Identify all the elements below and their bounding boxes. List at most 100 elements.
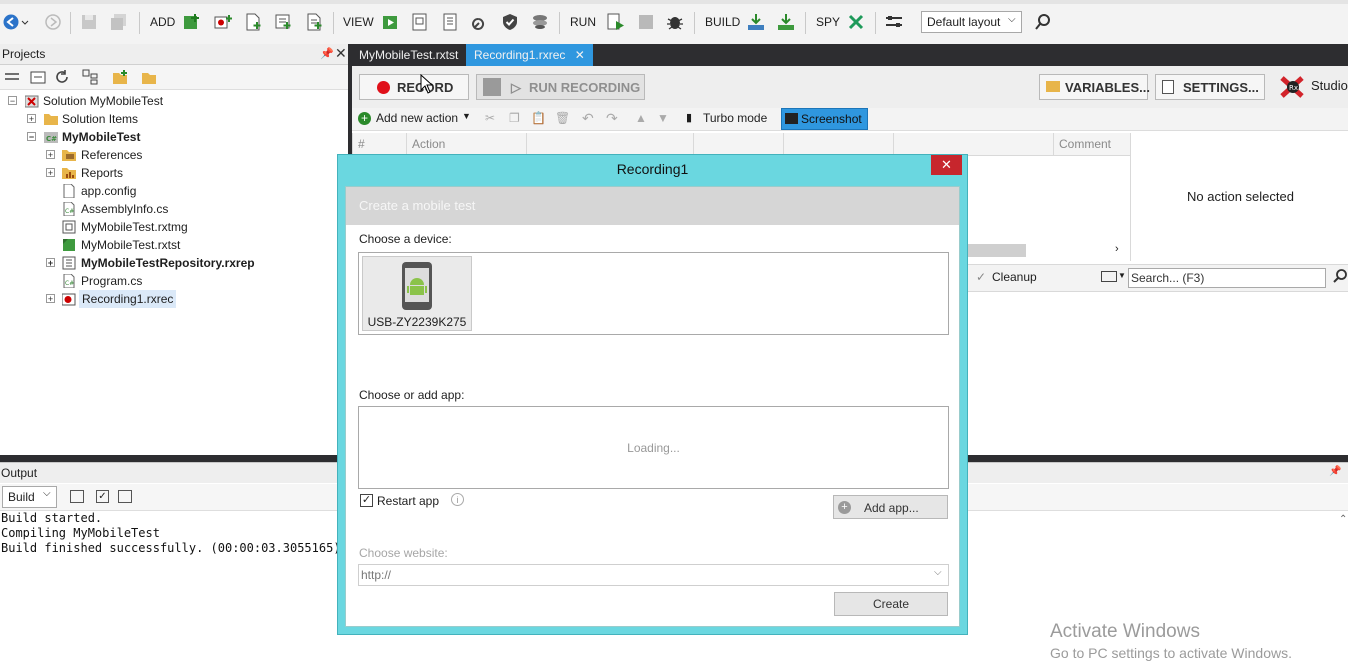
layout-dropdown[interactable]: Default layout ⌵ (921, 11, 1022, 33)
chevron-down-icon[interactable]: ▼ (1118, 271, 1126, 280)
undo-icon[interactable]: ↶ (582, 110, 594, 127)
properties-icon[interactable] (4, 69, 20, 88)
tree-item-rxtst[interactable]: MyMobileTest.rxtst (0, 236, 340, 254)
tree-item-project[interactable]: − C# MyMobileTest (0, 128, 340, 146)
show-all-files-icon[interactable] (82, 69, 98, 88)
view-report-icon[interactable] (411, 13, 429, 31)
add-new-action-button[interactable]: Add new action (376, 111, 458, 125)
close-tab-icon[interactable]: ✕ (575, 48, 585, 62)
forward-icon[interactable] (44, 13, 62, 31)
view-settings-icon[interactable] (531, 13, 549, 31)
col-header-comment[interactable]: Comment (1053, 133, 1130, 155)
stop-icon[interactable] (637, 13, 655, 31)
cleanup-icon: ✓ (976, 270, 987, 284)
view-spy-icon[interactable] (471, 13, 489, 31)
turbo-mode-toggle[interactable]: Turbo mode (703, 111, 767, 125)
pin-icon[interactable]: 📌 (320, 47, 334, 60)
collapse-all-icon[interactable] (30, 69, 46, 88)
pin-icon[interactable]: 📌 (1329, 466, 1341, 477)
toggle-icon[interactable] (118, 490, 132, 503)
tree-item-rxtmg[interactable]: MyMobileTest.rxtmg (0, 218, 340, 236)
dialog-banner: Create a mobile test (346, 187, 959, 225)
build-menu[interactable]: BUILD (705, 15, 740, 29)
col-header-4[interactable] (893, 133, 1053, 155)
save-icon[interactable] (80, 13, 98, 31)
add-app-button[interactable]: + Add app... (833, 495, 948, 519)
tree-item-references[interactable]: + References (0, 146, 340, 164)
close-icon[interactable]: ✕ (335, 45, 347, 62)
col-header-3[interactable] (783, 133, 893, 155)
add-recording-icon[interactable] (214, 13, 232, 31)
scroll-up-icon[interactable]: ⌃ (1339, 514, 1347, 525)
restart-app-checkbox[interactable]: ✓ (360, 494, 373, 507)
clear-output-icon[interactable] (70, 490, 84, 503)
rebuild-icon[interactable] (777, 13, 795, 31)
col-header-1[interactable] (526, 133, 693, 155)
tree-item-repository[interactable]: + MyMobileTestRepository.rxrep (0, 254, 340, 272)
build-icon[interactable] (747, 13, 765, 31)
add-module-group-icon[interactable] (274, 13, 292, 31)
move-up-icon[interactable]: ▲ (635, 111, 647, 125)
tree-item-solution[interactable]: − Solution MyMobileTest (0, 92, 340, 110)
settings-button[interactable]: SETTINGS... (1155, 74, 1265, 100)
add-menu[interactable]: ADD (150, 15, 175, 29)
app-list[interactable]: Loading... (358, 406, 949, 489)
add-folder-icon[interactable] (112, 69, 128, 88)
search-icon[interactable] (1034, 13, 1052, 31)
paste-icon[interactable]: 📋 (531, 111, 546, 125)
output-filter-dropdown[interactable]: Build ⌵ (2, 486, 57, 508)
view-module-icon[interactable] (382, 13, 400, 31)
chevron-down-icon[interactable]: ▼ (462, 111, 471, 121)
word-wrap-icon[interactable]: ✓ (96, 490, 109, 503)
screenshot-toggle[interactable]: Screenshot (781, 108, 868, 130)
copy-icon[interactable]: ❐ (509, 111, 520, 125)
tree-item-solution-items[interactable]: + Solution Items (0, 110, 340, 128)
back-icon[interactable] (2, 13, 20, 31)
spy-tools-icon[interactable] (847, 13, 865, 31)
scroll-right-icon[interactable]: › (1115, 243, 1119, 255)
tree-item-assemblyinfo[interactable]: C# AssemblyInfo.cs (0, 200, 340, 218)
col-header-number[interactable]: # (352, 133, 406, 155)
website-dropdown[interactable]: http:// ⌵ (358, 564, 949, 586)
cut-icon[interactable]: ✂ (485, 111, 495, 125)
run-recording-button[interactable]: ▷ RUN RECORDING (476, 74, 645, 100)
add-code-module-icon[interactable] (244, 13, 262, 31)
move-down-icon[interactable]: ▼ (657, 111, 669, 125)
view-data-icon[interactable] (441, 13, 459, 31)
run-menu[interactable]: RUN (570, 15, 596, 29)
refresh-icon[interactable] (54, 69, 70, 88)
tree-item-reports[interactable]: + Reports (0, 164, 340, 182)
dialog-close-button[interactable]: ✕ (931, 155, 962, 175)
cleanup-button[interactable]: Cleanup (992, 270, 1037, 284)
device-tile[interactable]: USB-ZY2239K275 (362, 256, 472, 331)
add-item-icon[interactable] (305, 13, 323, 31)
debug-icon[interactable] (666, 13, 684, 31)
columns-icon[interactable] (1101, 271, 1117, 282)
col-header-action[interactable]: Action (406, 133, 526, 155)
open-folder-icon[interactable] (141, 69, 157, 88)
repository-search-input[interactable]: Search... (F3) (1128, 268, 1326, 288)
info-icon[interactable]: i (451, 493, 464, 506)
layout-icon[interactable] (885, 13, 903, 31)
tab-mymobiletest-rxtst[interactable]: MyMobileTest.rxtst (351, 44, 466, 66)
record-button[interactable]: RECORD (359, 74, 469, 100)
view-menu[interactable]: VIEW (343, 15, 374, 29)
tree-item-program[interactable]: C# Program.cs (0, 272, 340, 290)
search-icon[interactable] (1332, 268, 1348, 287)
horizontal-scrollbar-thumb[interactable] (968, 244, 1026, 257)
spy-menu[interactable]: SPY (816, 15, 840, 29)
tab-recording1-rxrec[interactable]: Recording1.rxrec ✕ (466, 44, 593, 66)
shield-icon[interactable] (501, 13, 519, 31)
run-test-icon[interactable] (607, 13, 625, 31)
col-header-2[interactable] (693, 133, 783, 155)
redo-icon[interactable]: ↷ (606, 110, 618, 127)
variables-button[interactable]: VARIABLES... (1039, 74, 1150, 100)
back-dropdown-icon[interactable] (20, 13, 30, 31)
add-module-icon[interactable] (183, 13, 201, 31)
save-all-icon[interactable] (110, 13, 128, 31)
delete-icon[interactable]: 🗑 (555, 111, 570, 125)
tree-item-recording[interactable]: + Recording1.rxrec (0, 290, 340, 308)
tree-item-app-config[interactable]: app.config (0, 182, 340, 200)
create-button[interactable]: Create (834, 592, 948, 616)
ranorex-studio-button[interactable]: Rx Studio (1278, 74, 1348, 100)
